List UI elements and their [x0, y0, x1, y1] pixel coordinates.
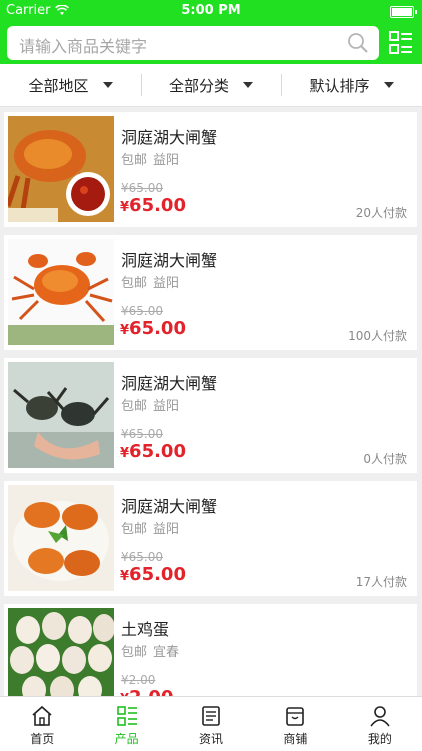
- currency-symbol: ¥: [120, 569, 130, 584]
- sold-count: 17人付款: [355, 575, 407, 589]
- location-label: 益阳: [153, 522, 180, 537]
- product-meta: 包邮 益阳: [121, 272, 179, 291]
- filter-category[interactable]: 全部分类: [141, 64, 281, 106]
- shipping-label: 包邮: [121, 153, 148, 168]
- product-meta: 包邮 益阳: [121, 149, 179, 168]
- store-icon: [286, 707, 305, 726]
- product-card[interactable]: 洞庭湖大闸蟹 包邮 益阳 ¥65.00 ¥65.00 20人付款: [4, 112, 417, 227]
- product-meta: 包邮 益阳: [121, 518, 179, 537]
- shipping-label: 包邮: [121, 522, 148, 537]
- product-card[interactable]: 洞庭湖大闸蟹 包邮 益阳 ¥65.00 ¥65.00 100人付款: [4, 235, 417, 350]
- location-label: 宜春: [153, 645, 180, 660]
- news-icon: [202, 706, 220, 726]
- tab-news-label: 资讯: [199, 732, 224, 746]
- product-title: 洞庭湖大闸蟹: [121, 251, 218, 270]
- price-value: 65.00: [129, 318, 186, 339]
- original-price: ¥65.00: [121, 427, 163, 441]
- tab-profile[interactable]: 我的: [338, 697, 422, 751]
- product-image-crab-orange[interactable]: [8, 239, 114, 345]
- product-image-eggs[interactable]: [8, 608, 114, 696]
- shipping-label: 包邮: [121, 645, 148, 660]
- product-list: 洞庭湖大闸蟹 包邮 益阳 ¥65.00 ¥65.00 20人付款 洞庭湖大闸蟹 包…: [0, 108, 422, 696]
- original-price: ¥65.00: [121, 181, 163, 195]
- product-meta: 包邮 益阳: [121, 395, 179, 414]
- currency-symbol: ¥: [120, 446, 130, 461]
- search-input[interactable]: 请输入商品关键字: [7, 26, 379, 60]
- sold-count: 20人付款: [355, 206, 407, 220]
- tab-profile-label: 我的: [367, 732, 392, 746]
- filter-bar: 全部地区 全部分类 默认排序: [0, 64, 422, 107]
- tab-home[interactable]: 首页: [0, 697, 84, 751]
- currency-symbol: ¥: [120, 323, 130, 338]
- sale-price: ¥2.00: [120, 687, 173, 696]
- product-card[interactable]: 土鸡蛋 包邮宜春 ¥2.00 ¥2.00: [4, 604, 417, 696]
- product-card[interactable]: 洞庭湖大闸蟹 包邮 益阳 ¥65.00 ¥65.00 17人付款: [4, 481, 417, 596]
- shipping-label: 包邮: [121, 276, 148, 291]
- sale-price: ¥65.00: [120, 564, 186, 585]
- original-price: ¥65.00: [121, 304, 163, 318]
- location-label: 益阳: [153, 153, 180, 168]
- dropdown-arrow-icon: [383, 82, 394, 88]
- sale-price: ¥65.00: [120, 441, 186, 462]
- product-image-crab-dish[interactable]: [8, 485, 114, 591]
- location-label: 益阳: [153, 276, 180, 291]
- price-value: 65.00: [129, 441, 186, 462]
- list-icon: [116, 706, 137, 726]
- tab-stores[interactable]: 商铺: [253, 697, 337, 751]
- product-title: 洞庭湖大闸蟹: [121, 128, 218, 147]
- filter-region-label: 全部地区: [28, 76, 89, 95]
- search-placeholder: 请输入商品关键字: [19, 37, 148, 56]
- product-image-crab-hand[interactable]: [8, 362, 114, 468]
- price-value: 2.00: [129, 687, 173, 696]
- price-value: 65.00: [129, 195, 186, 216]
- tab-products[interactable]: 产品: [84, 697, 168, 751]
- location-label: 益阳: [153, 399, 180, 414]
- original-price: ¥65.00: [121, 550, 163, 564]
- filter-category-label: 全部分类: [168, 76, 229, 95]
- product-title: 洞庭湖大闸蟹: [121, 497, 218, 516]
- currency-symbol: ¥: [120, 200, 130, 215]
- original-price: ¥2.00: [121, 673, 156, 687]
- tab-home-label: 首页: [30, 732, 55, 746]
- product-card[interactable]: 洞庭湖大闸蟹 包邮 益阳 ¥65.00 ¥65.00 0人付款: [4, 358, 417, 473]
- product-image-crab-plate[interactable]: [8, 116, 114, 222]
- filter-sort-label: 默认排序: [309, 76, 370, 95]
- shipping-label: 包邮: [121, 399, 148, 414]
- sold-count: 0人付款: [363, 452, 407, 466]
- sale-price: ¥65.00: [120, 318, 186, 339]
- bottom-tab-bar: 首页 产品 资讯 商铺 我的: [0, 696, 422, 751]
- product-title: 洞庭湖大闸蟹: [121, 374, 218, 393]
- tab-stores-label: 商铺: [283, 732, 308, 746]
- price-value: 65.00: [129, 564, 186, 585]
- battery-icon: [390, 6, 417, 18]
- sold-count: 100人付款: [348, 329, 407, 343]
- sale-price: ¥65.00: [120, 195, 186, 216]
- filter-sort[interactable]: 默认排序: [281, 64, 422, 106]
- status-bar: Carrier 5:00 PM: [0, 0, 422, 22]
- search-icon[interactable]: [347, 32, 369, 54]
- tab-products-label: 产品: [114, 732, 139, 746]
- category-menu-icon[interactable]: [388, 30, 414, 56]
- dropdown-arrow-icon: [243, 82, 253, 88]
- tab-news[interactable]: 资讯: [169, 697, 253, 751]
- status-time: 5:00 PM: [181, 3, 241, 18]
- filter-region[interactable]: 全部地区: [0, 64, 141, 106]
- home-icon: [32, 705, 52, 726]
- dropdown-arrow-icon: [102, 82, 113, 88]
- user-icon: [370, 706, 390, 727]
- product-title: 土鸡蛋: [121, 620, 170, 639]
- product-meta: 包邮 宜春: [121, 641, 179, 660]
